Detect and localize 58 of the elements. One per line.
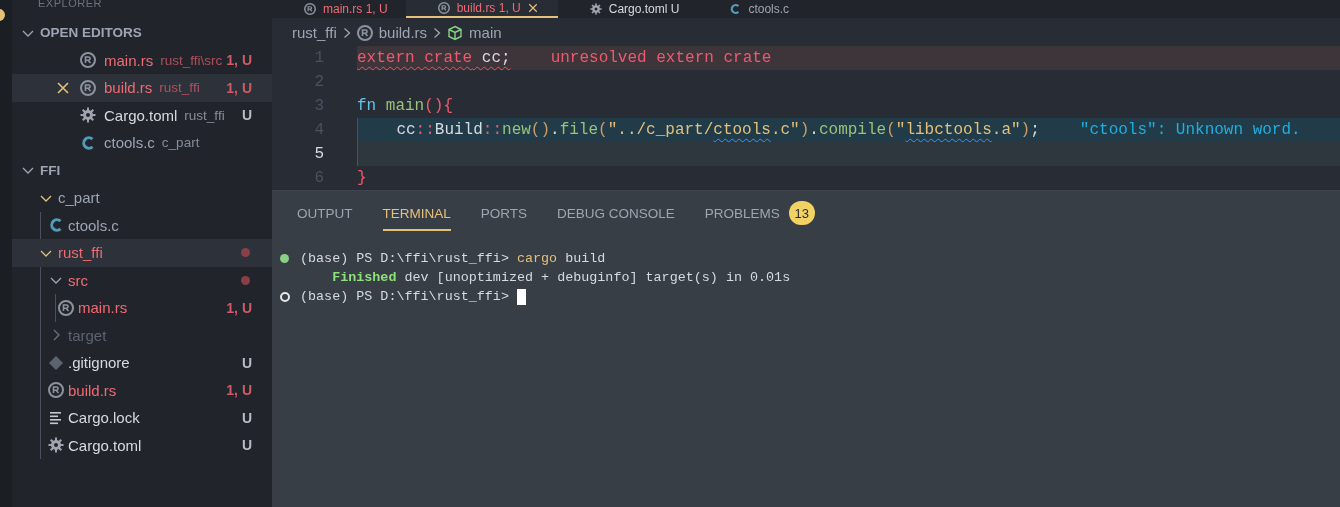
explorer-title: EXPLORER <box>37 0 103 10</box>
file-item[interactable]: Cargo.lock U <box>12 404 272 432</box>
rust-icon <box>356 24 373 41</box>
c-file-icon <box>48 217 64 234</box>
editor-tab[interactable]: ctools.c <box>697 0 808 18</box>
panel-tab[interactable]: TERMINAL <box>382 195 451 231</box>
count-badge: 13 <box>788 201 815 225</box>
breadcrumb-item[interactable]: build.rs <box>378 24 428 41</box>
panel-tab[interactable]: DEBUG CONSOLE <box>557 195 675 231</box>
open-editor-item[interactable]: build.rs rust_ffi 1, U <box>12 74 272 102</box>
terminal-line: (base) PS D:\ffi\rust_ffi> cargo build <box>300 251 606 266</box>
code-line: extern crate cc; <box>357 49 511 67</box>
c-file-icon <box>80 134 96 151</box>
code-line: fn main(){ <box>357 97 454 115</box>
terminal-line: Finished dev [unoptimized + debuginfo] target(s) in 0.01s <box>331 270 791 285</box>
file-item[interactable]: ctools.c <box>12 211 272 239</box>
lines-icon <box>48 409 64 426</box>
panel-tab[interactable]: PORTS <box>480 195 528 231</box>
folder-item[interactable]: src <box>12 266 272 294</box>
section-header[interactable]: OPEN EDITORS <box>12 19 272 47</box>
breadcrumb-item[interactable]: rust_ffi <box>292 24 337 41</box>
editor-tab[interactable]: main.rs 1, U <box>272 0 406 18</box>
code-line: } <box>357 169 367 187</box>
diagnostic-message: "ctools": Unknown word. <box>1079 121 1301 139</box>
section-header[interactable]: FFI <box>12 156 272 184</box>
rust-icon <box>80 52 96 69</box>
diamond-icon <box>48 354 64 371</box>
folder-item[interactable]: c_part <box>12 184 272 212</box>
rust-icon <box>304 3 316 15</box>
open-editor-item[interactable]: ctools.c c_part <box>12 129 272 157</box>
close-icon[interactable] <box>56 80 70 95</box>
editor-tab[interactable]: Cargo.toml U <box>557 0 698 18</box>
gear-icon <box>80 107 96 124</box>
line-number: 5 <box>313 145 324 163</box>
panel-tab[interactable]: OUTPUT <box>297 195 353 231</box>
chevron-icon <box>433 26 442 39</box>
file-item[interactable]: main.rs 1, U <box>12 294 272 322</box>
file-item[interactable]: Cargo.toml U <box>12 431 272 459</box>
diagnostic-message: unresolved extern crate <box>550 49 772 67</box>
rust-icon <box>437 2 450 14</box>
code-line: cc::Build::new().file("../c_part/ctools.c").compile("libctools.a"); <box>395 121 1040 139</box>
editor-tab[interactable]: build.rs 1, U <box>405 0 558 18</box>
file-item[interactable]: .gitignore U <box>12 349 272 377</box>
chevron-icon <box>342 26 351 39</box>
gear-icon <box>589 3 602 15</box>
open-editor-item[interactable]: main.rs rust_ffi\src 1, U <box>12 46 272 74</box>
file-item[interactable]: build.rs 1, U <box>12 376 272 404</box>
gear-icon <box>48 437 64 454</box>
open-editor-item[interactable]: Cargo.toml rust_ffi U <box>12 101 272 129</box>
rust-icon <box>48 382 64 399</box>
panel-tab[interactable]: PROBLEMS 13 <box>704 191 815 235</box>
folder-item[interactable]: rust_ffi <box>12 239 272 267</box>
rust-icon <box>58 299 74 316</box>
breadcrumb-item[interactable]: main <box>469 24 502 41</box>
cube-icon <box>447 24 464 41</box>
rust-icon <box>80 79 96 96</box>
terminal-line: (base) PS D:\ffi\rust_ffi> <box>300 289 510 304</box>
c-file-icon <box>729 3 742 15</box>
